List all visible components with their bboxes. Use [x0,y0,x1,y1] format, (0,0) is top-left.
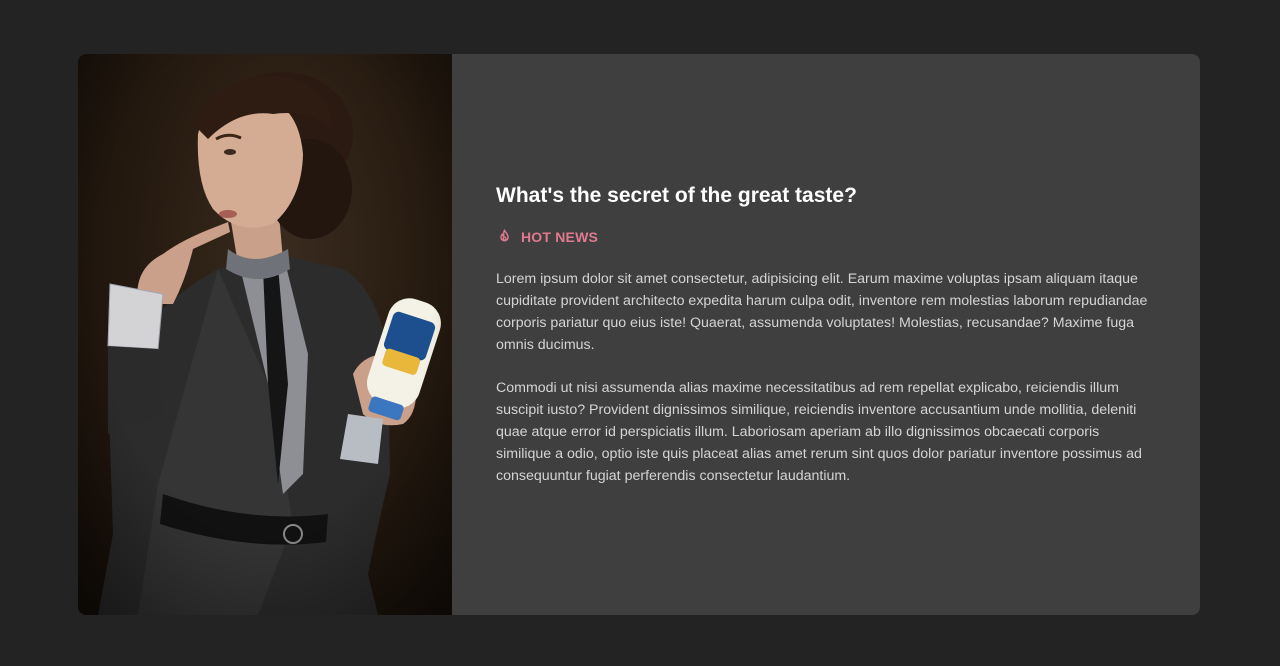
article-photo [78,54,452,615]
article-paragraph-2: Commodi ut nisi assumenda alias maxime n… [496,380,1142,484]
woman-portrait-illustration [78,54,452,615]
article-paragraph-1: Lorem ipsum dolor sit amet consectetur, … [496,271,1148,353]
tag-label: HOT NEWS [521,228,599,245]
news-card: What's the secret of the great taste? HO… [78,54,1200,615]
article-content: What's the secret of the great taste? HO… [452,54,1200,615]
flame-icon [496,228,513,245]
hot-news-tag[interactable]: HOT NEWS [496,228,1150,245]
article-title: What's the secret of the great taste? [496,184,857,207]
